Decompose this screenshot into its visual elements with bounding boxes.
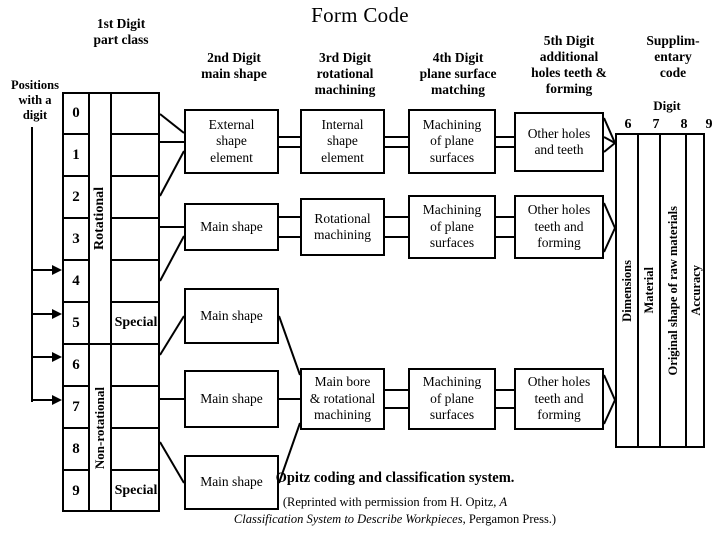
- supplementary-code-header: Supplim- entary code: [646, 33, 700, 80]
- box-main-shape-3[interactable]: Main shape: [184, 370, 279, 428]
- first-digit-row-2: 2: [72, 188, 80, 205]
- box-machining-of-plane-surfaces-3[interactable]: Machining of plane surfaces: [408, 368, 496, 430]
- first-digit-row-6: 6: [72, 356, 80, 373]
- class-sep-2: [112, 217, 160, 219]
- first-digit-row-9: 9: [72, 482, 80, 499]
- special-label-upper: Special: [114, 315, 158, 330]
- link-row6-mainshape2: [159, 315, 185, 356]
- supplementary-digit-8: 8: [680, 117, 688, 132]
- first-digit-row-5: 5: [72, 314, 80, 331]
- link-rowA-sup-upper: [603, 117, 616, 144]
- first-digit-row-7: 7: [72, 398, 80, 415]
- link-row2-external: [159, 150, 185, 197]
- fifth-digit-header: 5th Digit additional holes teeth & formi…: [531, 33, 607, 96]
- first-digit-row-3: 3: [72, 230, 80, 247]
- box-internal-shape-element[interactable]: Internal shape element: [300, 109, 385, 174]
- positions-with-a-digit-header: Positions with a digit: [11, 78, 59, 122]
- page-title: Form Code: [311, 3, 409, 27]
- class-sep-6: [112, 385, 160, 387]
- first-digit-row-1: 1: [72, 146, 80, 163]
- special-label-lower: Special: [114, 483, 158, 498]
- first-digit-row-4: 4: [72, 272, 80, 289]
- first-digit-header: 1st Digit part class: [93, 16, 149, 47]
- class-sep-3: [112, 259, 160, 261]
- link-row4-mainshape1: [159, 235, 185, 282]
- opitz-diagram-canvas: Form Code Positions with a digit 1st Dig…: [0, 0, 720, 540]
- link-rowC-sup-lower: [603, 399, 616, 425]
- link-rowC-sup-upper: [603, 374, 616, 401]
- supplementary-digit-7: 7: [652, 117, 660, 132]
- link-rowA-sup-mid: [603, 136, 616, 144]
- caption-credit: (Reprinted with permission from H. Opitz…: [225, 494, 565, 528]
- box-main-shape-2[interactable]: Main shape: [184, 288, 279, 344]
- caption-credit-line1: (Reprinted with permission from H. Opitz…: [282, 495, 508, 509]
- link-mainshape2-mainbore: [278, 315, 301, 376]
- first-digit-row-0: 0: [72, 104, 80, 121]
- box-main-shape-1[interactable]: Main shape: [184, 203, 279, 251]
- supplementary-digit-6: 6: [624, 117, 632, 132]
- positions-arrowheads: [52, 265, 62, 405]
- second-digit-header: 2nd Digit main shape: [201, 50, 267, 81]
- class-sep-7: [112, 427, 160, 429]
- class-sep-1: [112, 175, 160, 177]
- box-machining-of-plane-surfaces-2[interactable]: Machining of plane surfaces: [408, 195, 496, 259]
- box-machining-of-plane-surfaces-1[interactable]: Machining of plane surfaces: [408, 109, 496, 174]
- link-row8-mainshape4: [159, 441, 185, 484]
- group-rotational: Rotational: [92, 186, 107, 250]
- box-main-bore-rotational-machining[interactable]: Main bore & rotational machining: [300, 368, 385, 430]
- supplementary-column-dimensions: Dimensions: [619, 259, 634, 322]
- link-rowB-sup-lower: [603, 227, 616, 253]
- supplementary-column-original-shape: Original shape of raw materials: [665, 205, 680, 376]
- box-external-shape-element[interactable]: External shape element: [184, 109, 279, 174]
- third-digit-header: 3rd Digit rotational machining: [314, 50, 376, 97]
- supplementary-column-accuracy: Accuracy: [688, 265, 703, 316]
- box-other-holes-teeth-and-forming-2[interactable]: Other holes teeth and forming: [514, 368, 604, 430]
- group-non-rotational: Non-rotational: [92, 387, 107, 470]
- supplementary-column-material: Material: [641, 267, 656, 314]
- fourth-digit-header: 4th Digit plane surface matching: [419, 50, 497, 97]
- box-other-holes-teeth-and-forming-1[interactable]: Other holes teeth and forming: [514, 195, 604, 259]
- box-rotational-machining[interactable]: Rotational machining: [300, 198, 385, 256]
- caption-credit-line2: Classification System to Describe Workpi…: [233, 512, 557, 526]
- supplementary-digit-label: Digit: [653, 98, 681, 113]
- link-row0-external: [159, 113, 185, 134]
- class-sep-0: [112, 133, 160, 135]
- supplementary-digit-9: 9: [705, 117, 713, 132]
- link-rowB-sup-upper: [603, 202, 616, 229]
- first-digit-row-8: 8: [72, 440, 80, 457]
- caption-title: Opitz coding and classification system.: [275, 470, 515, 486]
- link-rowA-sup-lower: [603, 142, 616, 153]
- box-other-holes-and-teeth[interactable]: Other holes and teeth: [514, 112, 604, 172]
